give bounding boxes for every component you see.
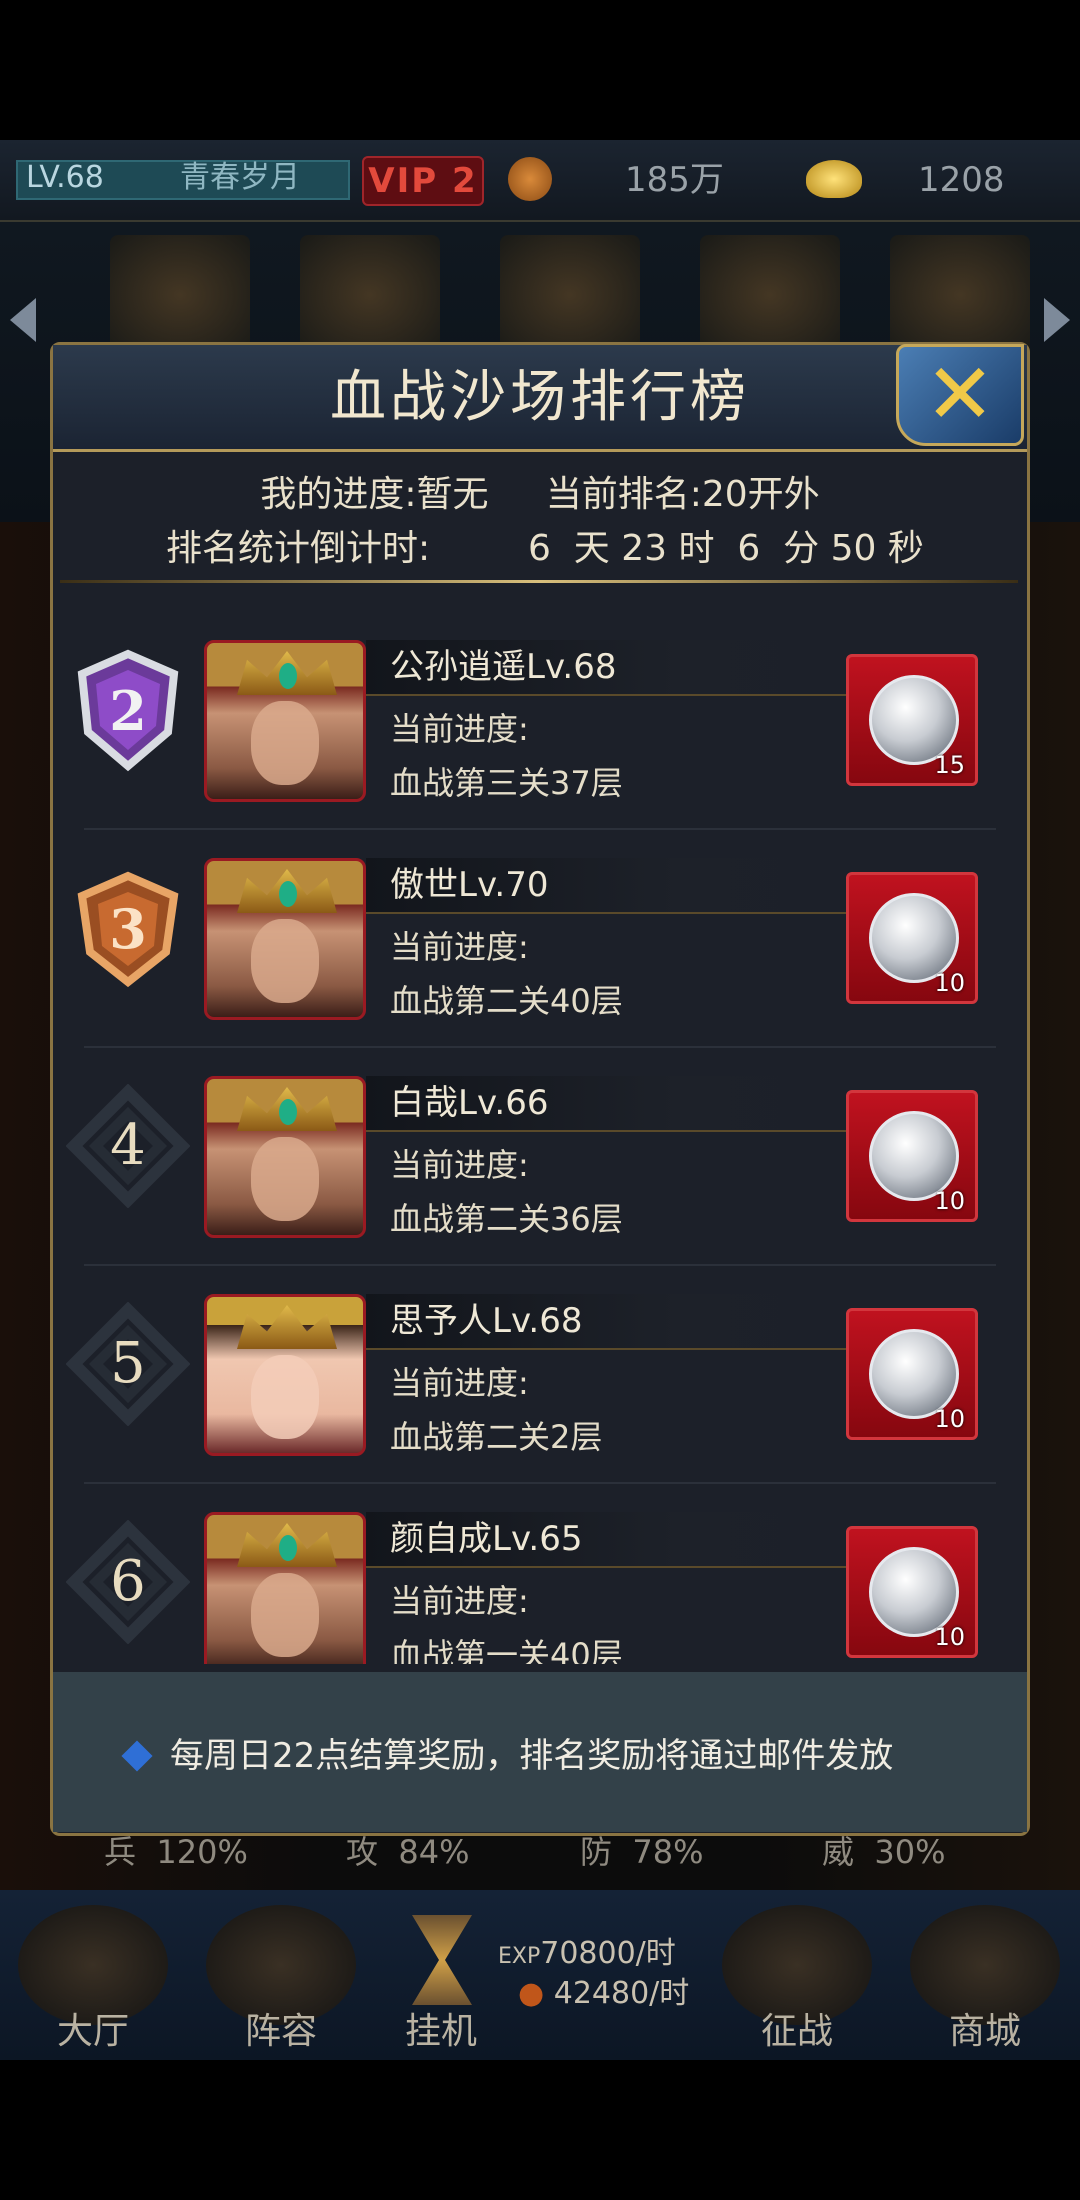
player-avatar[interactable] xyxy=(204,1512,366,1664)
carousel-tile[interactable] xyxy=(890,235,1030,355)
stat-defense: 防 78% xyxy=(580,1833,704,1871)
coin-rate: ● 42480/时 xyxy=(518,1976,690,2011)
my-progress-value: 暂无 xyxy=(416,474,489,515)
gold-amount: 1208 xyxy=(918,160,1005,200)
stat-attack: 攻 84% xyxy=(346,1833,470,1871)
progress-label: 当前进度: xyxy=(390,710,529,748)
carousel-tile[interactable] xyxy=(500,235,640,355)
reward-quantity: 15 xyxy=(934,751,965,779)
rank-number: 5 xyxy=(110,1331,146,1396)
player-avatar[interactable] xyxy=(204,858,366,1020)
reward-quantity: 10 xyxy=(934,1623,965,1651)
player-name-level: 公孙逍遥Lv.68 xyxy=(390,647,617,687)
rank-number: 4 xyxy=(110,1113,146,1178)
ranking-list[interactable]: 2 公孙逍遥Lv.68 当前进度: 血战第三关37层 15 3 傲世Lv.70 … xyxy=(60,600,1020,1664)
shop-icon[interactable] xyxy=(910,1905,1060,2025)
carousel-tile[interactable] xyxy=(700,235,840,355)
hall-icon[interactable] xyxy=(18,1905,168,2025)
divider xyxy=(60,580,1018,583)
player-avatar[interactable] xyxy=(204,1294,366,1456)
reward-item[interactable]: 10 xyxy=(846,1090,978,1222)
progress-label: 当前进度: xyxy=(390,928,529,966)
reward-quantity: 10 xyxy=(934,1405,965,1433)
countdown-value: 6 天 23 时 6 分 50 秒 xyxy=(528,528,924,569)
lineup-icon[interactable] xyxy=(206,1905,356,2025)
rank-number: 6 xyxy=(110,1549,146,1614)
exp-rate: EXP70800/时 xyxy=(498,1936,676,1971)
current-rank-value: 20开外 xyxy=(701,474,820,515)
rank-number: 2 xyxy=(109,679,147,743)
copper-coin-icon xyxy=(508,157,552,201)
nav-battle[interactable]: 征战 xyxy=(722,2010,872,2054)
nav-shop[interactable]: 商城 xyxy=(910,2010,1060,2054)
progress-label: 当前进度: xyxy=(390,1582,529,1620)
player-avatar[interactable] xyxy=(204,1076,366,1238)
carousel-right-arrow-icon[interactable] xyxy=(1044,298,1070,342)
carousel-tile[interactable] xyxy=(300,235,440,355)
rank-2-badge-icon: 2 xyxy=(77,649,179,772)
player-name: 青春岁月 xyxy=(180,160,300,195)
progress-value: 血战第二关40层 xyxy=(390,982,623,1020)
ranking-row[interactable]: 3 傲世Lv.70 当前进度: 血战第二关40层 10 xyxy=(60,828,1020,1048)
player-name-level: 傲世Lv.70 xyxy=(390,865,549,905)
stat-prestige: 威 30% xyxy=(822,1833,946,1871)
current-rank-label: 当前排名: xyxy=(545,474,702,515)
rank-3-badge-icon: 3 xyxy=(77,871,179,988)
player-level: LV.68 xyxy=(26,160,104,195)
vip-badge[interactable]: VIP 2 xyxy=(362,156,484,206)
reward-item[interactable]: 15 xyxy=(846,654,978,786)
ranking-row[interactable]: 2 公孙逍遥Lv.68 当前进度: 血战第三关37层 15 xyxy=(60,610,1020,830)
battle-icon[interactable] xyxy=(722,1905,872,2025)
footer-note: 每周日22点结算奖励，排名奖励将通过邮件发放 xyxy=(170,1736,894,1776)
my-status-line: 我的进度:暂无 当前排名:20开外 xyxy=(53,470,1027,520)
carousel-tile[interactable] xyxy=(110,235,250,355)
player-avatar[interactable] xyxy=(204,640,366,802)
player-name-level: 白哉Lv.66 xyxy=(390,1083,549,1123)
nav-lineup[interactable]: 阵容 xyxy=(206,2010,356,2054)
player-name-level: 思予人Lv.68 xyxy=(390,1301,583,1341)
copper-amount: 185万 xyxy=(625,160,724,200)
progress-value: 血战第二关36层 xyxy=(390,1200,623,1238)
progress-value: 血战第二关2层 xyxy=(390,1418,603,1456)
reward-quantity: 10 xyxy=(934,969,965,997)
countdown-label: 排名统计倒计时: xyxy=(166,528,431,569)
ranking-row[interactable]: 5 思予人Lv.68 当前进度: 血战第二关2层 10 xyxy=(60,1264,1020,1484)
reward-item[interactable]: 10 xyxy=(846,872,978,1004)
progress-label: 当前进度: xyxy=(390,1364,529,1402)
carousel-left-arrow-icon[interactable] xyxy=(10,298,36,342)
player-name-level: 颜自成Lv.65 xyxy=(390,1519,583,1559)
my-progress-label: 我的进度: xyxy=(260,474,417,515)
progress-label: 当前进度: xyxy=(390,1146,529,1184)
stat-troops: 兵 120% xyxy=(104,1833,248,1871)
progress-value: 血战第三关37层 xyxy=(390,764,623,802)
rank-number: 3 xyxy=(109,897,147,961)
modal-title: 血战沙场排行榜 xyxy=(330,365,750,430)
reward-item[interactable]: 10 xyxy=(846,1526,978,1658)
reward-item[interactable]: 10 xyxy=(846,1308,978,1440)
ranking-row[interactable]: 6 颜自成Lv.65 当前进度: 血战第一关40层 10 xyxy=(60,1482,1020,1664)
ranking-row[interactable]: 4 白哉Lv.66 当前进度: 血战第二关36层 10 xyxy=(60,1046,1020,1266)
gold-ingot-icon xyxy=(806,160,862,198)
progress-value: 血战第一关40层 xyxy=(390,1636,623,1664)
nav-idle[interactable]: 挂机 xyxy=(366,2010,516,2054)
reward-quantity: 10 xyxy=(934,1187,965,1215)
close-icon[interactable]: ✕ xyxy=(896,344,1024,446)
nav-hall[interactable]: 大厅 xyxy=(18,2010,168,2054)
